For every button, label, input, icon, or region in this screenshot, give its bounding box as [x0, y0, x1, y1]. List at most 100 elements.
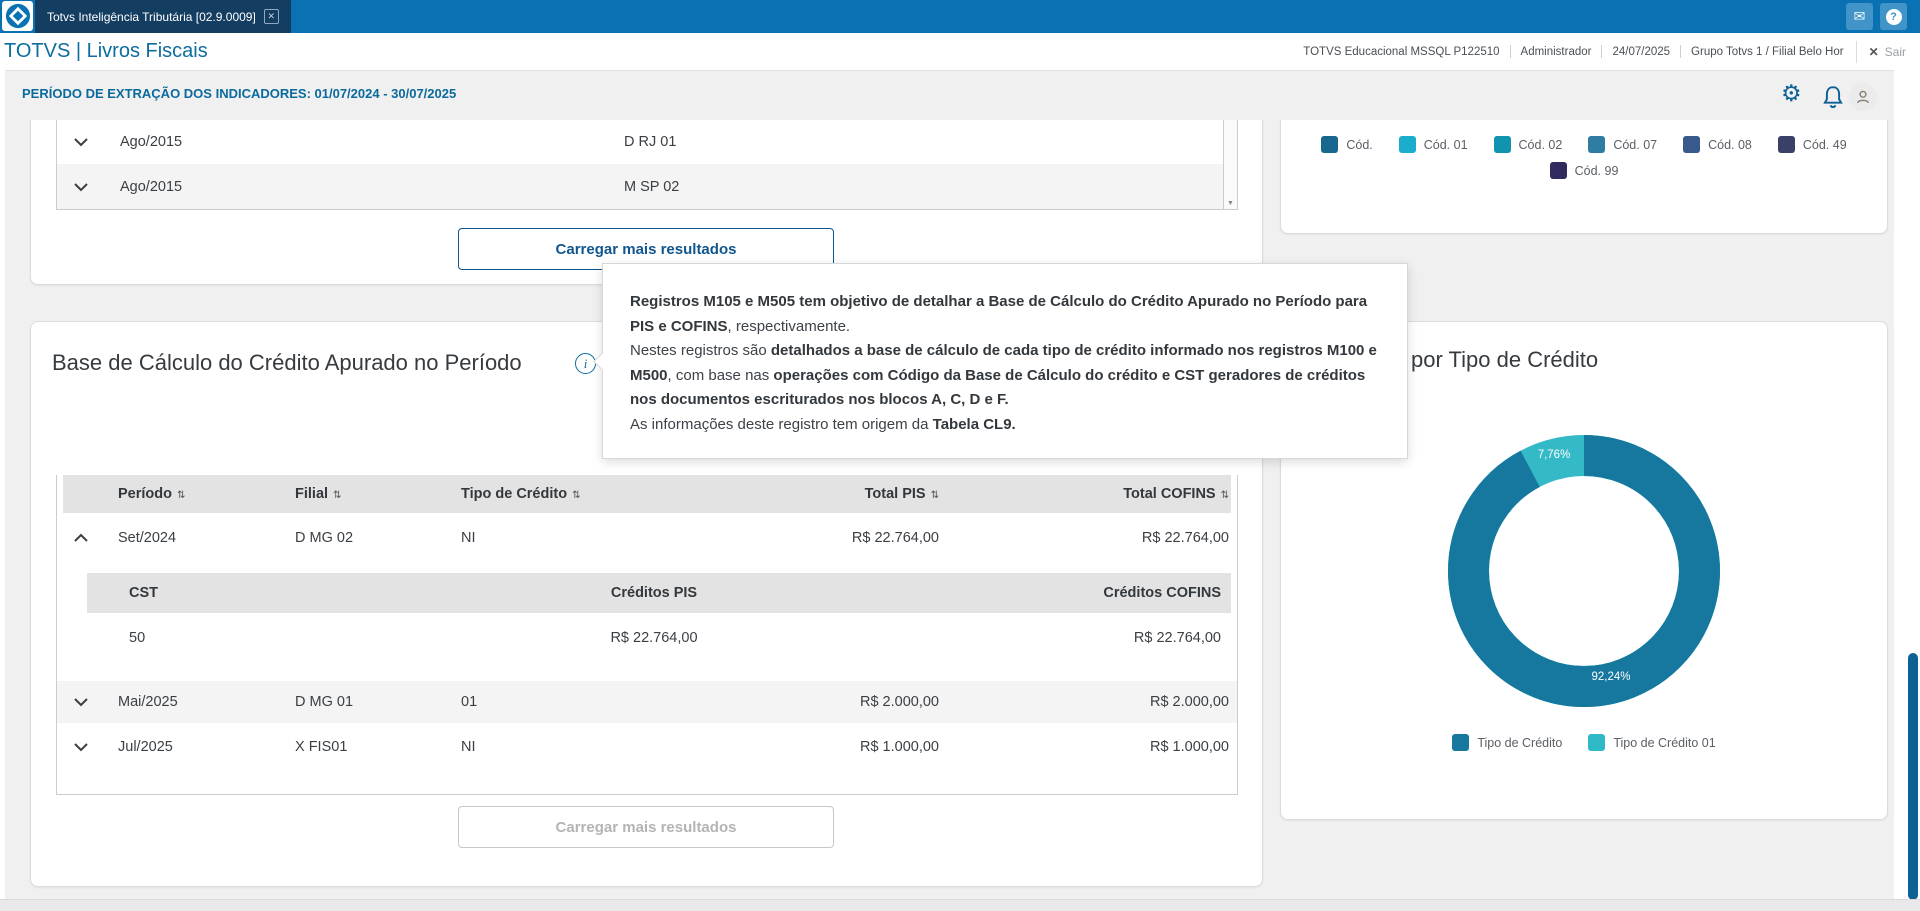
legend-item[interactable]: Cód. 01 — [1398, 136, 1468, 153]
legend-item[interactable]: Cód. 02 — [1493, 136, 1563, 153]
period-cell: Ago/2015 — [120, 178, 183, 195]
donut-slice-primary[interactable] — [1448, 435, 1720, 707]
tipo-cell: 01 — [461, 694, 478, 710]
sort-icon[interactable]: ⇅ — [177, 490, 185, 501]
logout-button[interactable]: ✕ Sair — [1869, 45, 1906, 59]
tooltip-paragraph: Nestes registros são detalhados a base d… — [630, 339, 1383, 413]
chevron-down-icon[interactable] — [57, 182, 105, 192]
mail-button[interactable]: ✉ — [1846, 3, 1873, 30]
help-icon: ? — [1885, 8, 1902, 25]
app-tab[interactable]: Totvs Inteligência Tributária [02.9.0009… — [35, 0, 291, 33]
legend-label: Cód. 99 — [1574, 163, 1619, 178]
legend-swatch — [1452, 734, 1470, 751]
separator — [1509, 45, 1511, 58]
legend-item[interactable]: Cód. 49 — [1777, 136, 1847, 153]
scroll-down-arrow-icon[interactable]: ▼ — [1224, 200, 1237, 207]
chart-legend-card: Cód. Cód. 01 Cód. 02 Cód. 07 Cód. 08 Cód… — [1280, 120, 1888, 234]
info-tooltip: Registros M105 e M505 tem objetivo de de… — [593, 263, 1408, 459]
table-row[interactable]: Ago/2015 M SP 02 — [57, 164, 1237, 209]
user-avatar[interactable] — [1849, 83, 1877, 111]
load-more-label: Carregar mais resultados — [555, 240, 737, 258]
tab-close-icon[interactable]: ✕ — [263, 9, 279, 24]
legend-item[interactable]: Cód. 99 — [1549, 162, 1619, 179]
load-more-button-disabled[interactable]: Carregar mais resultados — [458, 806, 834, 848]
legend-item[interactable]: Tipo de Crédito 01 — [1588, 734, 1716, 751]
logout-x-icon: ✕ — [1868, 44, 1879, 59]
info-icon[interactable]: i — [575, 353, 596, 374]
tipo-cell: NI — [461, 530, 476, 546]
date-label: 24/07/2025 — [1612, 45, 1671, 58]
column-header-periodo[interactable]: Período ⇅ — [105, 486, 280, 502]
table-row[interactable]: Set/2024 D MG 02 NI R$ 22.764,00 R$ 22.7… — [57, 513, 1237, 563]
column-label: Filial — [295, 486, 329, 502]
legend-label: Cód. 08 — [1708, 137, 1752, 152]
header-bar: TOTVS | Livros Fiscais TOTVS Educacional… — [0, 33, 1920, 71]
page-title: TOTVS | Livros Fiscais — [4, 40, 208, 62]
help-button[interactable]: ? — [1880, 3, 1907, 30]
separator — [1855, 40, 1857, 63]
column-header-tipo-credito[interactable]: Tipo de Crédito ⇅ — [445, 486, 755, 502]
totvs-logo-icon — [5, 3, 30, 29]
mail-icon: ✉ — [1853, 8, 1866, 24]
creditos-pis-cell: R$ 22.764,00 — [610, 630, 698, 646]
table-row[interactable]: Ago/2015 D RJ 01 — [57, 120, 1237, 164]
tooltip-text: , com base nas — [667, 366, 774, 384]
sort-icon[interactable]: ⇅ — [1221, 490, 1229, 501]
legend-item[interactable]: Cód. — [1321, 136, 1373, 153]
tipo-cell: NI — [461, 739, 476, 755]
sort-icon[interactable]: ⇅ — [931, 490, 939, 501]
legend-label: Tipo de Crédito 01 — [1613, 735, 1716, 750]
chevron-down-icon[interactable] — [57, 697, 105, 707]
column-header-filial[interactable]: Filial ⇅ — [280, 486, 445, 502]
chevron-down-icon[interactable] — [57, 742, 105, 752]
chevron-down-icon[interactable] — [57, 137, 105, 147]
tooltip-text-bold: Tabela CL9. — [932, 415, 1016, 433]
group-branch-label: Grupo Totvs 1 / Filial Belo Hor — [1691, 45, 1844, 58]
table-scrollbar[interactable]: ▼ — [1223, 120, 1237, 209]
sort-icon[interactable]: ⇅ — [333, 490, 341, 501]
extraction-period-label: PERÍODO DE EXTRAÇÃO DOS INDICADORES: 01/… — [22, 86, 457, 101]
separator — [1601, 45, 1603, 58]
totvs-logo[interactable] — [2, 1, 33, 31]
sort-icon[interactable]: ⇅ — [572, 490, 580, 501]
legend-swatch — [1321, 136, 1339, 153]
sub-column-creditos-cofins: Créditos COFINS — [1103, 585, 1221, 601]
slice-label-secondary: 7,76% — [1537, 449, 1571, 461]
slice-label-primary: 92,24% — [1591, 671, 1631, 683]
settings-button[interactable]: ⚙ — [1781, 82, 1802, 105]
vertical-scrollbar-thumb[interactable] — [1908, 653, 1918, 900]
info-glyph: i — [583, 355, 588, 371]
person-icon — [1856, 90, 1870, 104]
legend-swatch — [1683, 136, 1701, 153]
legend-label: Cód. 02 — [1518, 137, 1563, 152]
total-cofins-cell: R$ 1.000,00 — [1149, 739, 1229, 755]
legend-swatch — [1777, 136, 1795, 153]
legend-item[interactable]: Tipo de Crédito — [1452, 734, 1562, 751]
sub-column-creditos-pis: Créditos PIS — [610, 585, 698, 601]
gear-icon: ⚙ — [1781, 80, 1802, 106]
sub-column-cst: CST — [129, 585, 158, 601]
tooltip-paragraph: As informações deste registro tem origem… — [630, 413, 1383, 438]
top-results-table: Ago/2015 D RJ 01 Ago/2015 M SP 02 ▼ — [56, 120, 1238, 210]
legend-item[interactable]: Cód. 07 — [1588, 136, 1657, 153]
separator — [1680, 45, 1682, 58]
legend-item[interactable]: Cód. 08 — [1683, 136, 1752, 153]
column-header-total-pis[interactable]: Total PIS ⇅ — [755, 486, 939, 502]
tooltip-paragraph: Registros M105 e M505 tem objetivo de de… — [630, 290, 1383, 339]
code-cell: M SP 02 — [624, 178, 680, 195]
column-header-total-cofins[interactable]: Total COFINS ⇅ — [939, 486, 1229, 502]
legend-label: Tipo de Crédito — [1477, 735, 1563, 750]
legend-label: Cód. 49 — [1802, 137, 1847, 152]
table-header-row: Período ⇅ Filial ⇅ Tipo de Crédito ⇅ Tot… — [63, 475, 1231, 513]
legend-label: Cód. — [1346, 137, 1373, 152]
horizontal-scrollbar-track[interactable] — [0, 899, 1920, 911]
load-more-label: Carregar mais resultados — [555, 818, 737, 836]
column-label: Total PIS — [864, 486, 926, 502]
table-row[interactable]: Mai/2025 D MG 01 01 R$ 2.000,00 R$ 2.000… — [57, 681, 1237, 723]
donut-chart[interactable] — [1444, 431, 1724, 711]
notifications-button[interactable] — [1822, 85, 1844, 114]
chevron-up-icon[interactable] — [57, 533, 105, 543]
tooltip-text: , respectivamente. — [727, 317, 851, 335]
table-row[interactable]: Jul/2025 X FIS01 NI R$ 1.000,00 R$ 1.000… — [57, 723, 1237, 771]
app-tab-label: Totvs Inteligência Tributária [02.9.0009… — [47, 9, 256, 24]
